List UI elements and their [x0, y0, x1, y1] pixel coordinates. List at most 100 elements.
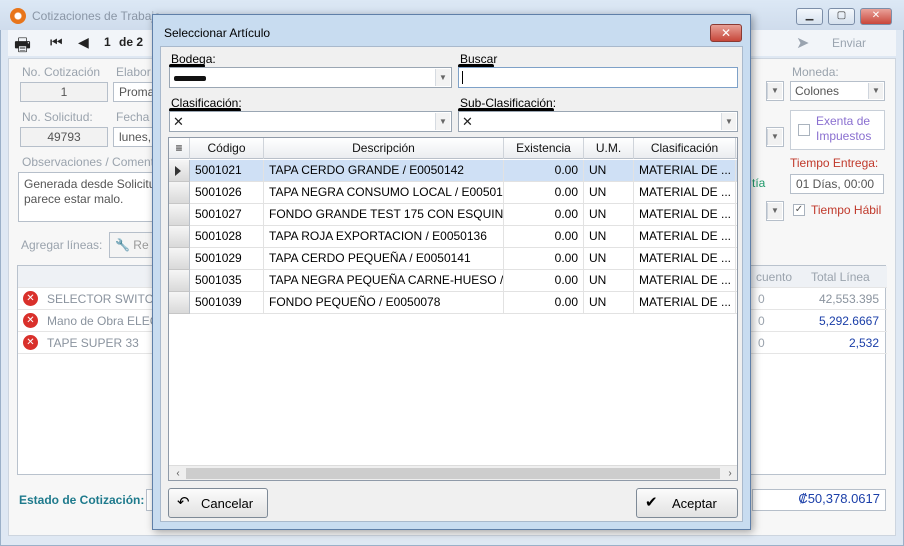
table-row[interactable]: 5001026 TAPA NEGRA CONSUMO LOCAL / E0050… [169, 182, 737, 204]
business-time-checkbox[interactable]: ✓ [793, 204, 805, 216]
cell-stock: 0.00 [504, 204, 584, 226]
grid-menu-icon[interactable]: ≡ [169, 138, 190, 159]
cell-classification: MATERIAL DE ... [634, 204, 736, 226]
classification-select[interactable]: ✕ ▼ [169, 111, 452, 132]
scroll-right-icon[interactable]: › [723, 467, 737, 480]
cell-description: TAPA ROJA EXPORTACION / E0050136 [264, 226, 504, 248]
row-header[interactable] [169, 226, 190, 248]
error-icon: ✕ [23, 291, 38, 306]
dialog-body: Bodega: ▼ Buscar Clasificación: ✕ ▼ Sub-… [160, 46, 743, 522]
background-window-title: Cotizaciones de Trabajo [32, 9, 161, 23]
date-field[interactable]: lunes, [113, 127, 153, 147]
cell-code: 5001029 [190, 248, 264, 270]
bodega-select[interactable]: ▼ [169, 67, 452, 88]
row-header[interactable] [169, 248, 190, 270]
accept-button[interactable]: ✔ Aceptar [636, 488, 738, 518]
horizontal-scrollbar[interactable]: ‹ › [169, 465, 737, 480]
send-button[interactable]: Enviar [832, 36, 866, 50]
close-window-button[interactable]: ✕ [860, 8, 892, 25]
page-of: de 2 [119, 35, 144, 49]
guarantee-label-fragment: tía [752, 176, 766, 190]
table-row[interactable]: 5001028 TAPA ROJA EXPORTACION / E0050136… [169, 226, 737, 248]
delivery-time-field[interactable]: 01 Días, 00:00 [790, 174, 884, 194]
cell-unit: UN [584, 160, 634, 182]
prepared-by-field[interactable]: Proma [113, 82, 153, 102]
table-row[interactable]: 5001021 TAPA CERDO GRANDE / E0050142 0.0… [169, 160, 737, 182]
hidden-select-2[interactable]: ▼ [766, 127, 784, 147]
line-description: TAPE SUPER 33 [47, 336, 139, 350]
cell-stock: 0.00 [504, 160, 584, 182]
dialog-close-button[interactable]: ✕ [710, 24, 742, 42]
cell-description: TAPA CERDO GRANDE / E0050142 [264, 160, 504, 182]
table-row[interactable]: 5001035 TAPA NEGRA PEQUEÑA CARNE-HUESO /… [169, 270, 737, 292]
chevron-down-icon: ▼ [767, 203, 782, 219]
cell-classification: MATERIAL DE ... [634, 270, 736, 292]
add-lines-button[interactable]: 🔧 Re [109, 232, 154, 258]
cell-stock: 0.00 [504, 226, 584, 248]
cell-description: TAPA CERDO PEQUEÑA / E0050141 [264, 248, 504, 270]
minimize-button[interactable]: ▁ [796, 8, 823, 25]
search-input[interactable] [458, 67, 738, 88]
delivery-time-label: Tiempo Entrega: [790, 156, 879, 170]
chevron-down-icon: ▼ [868, 83, 883, 99]
cell-classification: MATERIAL DE ... [634, 226, 736, 248]
hidden-select-1[interactable]: ▼ [766, 81, 784, 101]
column-code[interactable]: Código [190, 138, 264, 159]
currency-label: Moneda: [792, 65, 839, 79]
column-total-line: Total Línea [811, 270, 870, 284]
line-discount: 0 [758, 292, 765, 306]
cell-classification: MATERIAL DE ... [634, 248, 736, 270]
table-row[interactable]: 5001039 FONDO PEQUEÑO / E0050078 0.00 UN… [169, 292, 737, 314]
currency-select[interactable]: Colones ▼ [790, 81, 885, 101]
column-classification[interactable]: Clasificación [634, 138, 736, 159]
column-stock[interactable]: Existencia [504, 138, 584, 159]
cell-code: 5001035 [190, 270, 264, 292]
column-unit[interactable]: U.M. [584, 138, 634, 159]
line-description: Mano de Obra ELEC [47, 314, 159, 328]
line-total: 42,553.395 [818, 292, 879, 306]
row-header[interactable] [169, 270, 190, 292]
cell-code: 5001021 [190, 160, 264, 182]
table-row[interactable]: 5001029 TAPA CERDO PEQUEÑA / E0050141 0.… [169, 248, 737, 270]
error-icon: ✕ [23, 313, 38, 328]
row-header[interactable] [169, 182, 190, 204]
tax-exempt-label: Exenta de Impuestos [816, 114, 872, 143]
row-header[interactable] [169, 160, 190, 182]
business-time-label: Tiempo Hábil [811, 203, 882, 217]
first-page-icon[interactable]: ⏮ [50, 34, 63, 51]
maximize-button[interactable]: ▢ [828, 8, 855, 25]
line-description: SELECTOR SWITCH / [47, 292, 169, 306]
table-row[interactable]: 5001027 FONDO GRANDE TEST 175 CON ESQUIN… [169, 204, 737, 226]
column-discount: cuento [756, 270, 793, 284]
line-total: 2,532 [848, 336, 879, 350]
text-caret [462, 71, 463, 84]
scroll-left-icon[interactable]: ‹ [171, 467, 185, 480]
column-description[interactable]: Descripción [264, 138, 504, 159]
subclassification-select[interactable]: ✕ ▼ [458, 111, 738, 132]
chevron-down-icon: ▼ [435, 69, 450, 86]
articles-grid-header: ≡ Código Descripción Existencia U.M. Cla… [169, 138, 737, 159]
cell-description: TAPA NEGRA CONSUMO LOCAL / E00501... [264, 182, 504, 204]
select-article-dialog: Seleccionar Artículo ✕ Bodega: ▼ Buscar … [152, 14, 751, 530]
chevron-down-icon: ▼ [767, 83, 782, 99]
cell-unit: UN [584, 182, 634, 204]
hidden-select-3[interactable]: ▼ [766, 201, 784, 221]
previous-page-icon[interactable]: ◀ [78, 34, 89, 51]
wrench-icon: 🔧 [115, 238, 130, 252]
row-header[interactable] [169, 292, 190, 314]
request-number-field[interactable]: 49793 [20, 127, 108, 147]
row-header[interactable] [169, 204, 190, 226]
cell-stock: 0.00 [504, 182, 584, 204]
date-label: Fecha [116, 110, 150, 124]
dialog-title: Seleccionar Artículo [164, 26, 271, 40]
current-row-indicator-icon [175, 166, 181, 176]
tax-exempt-checkbox[interactable] [798, 124, 810, 136]
cell-unit: UN [584, 248, 634, 270]
cancel-button[interactable]: ↶ Cancelar [168, 488, 268, 518]
scrollbar-thumb[interactable] [186, 468, 720, 479]
observations-textarea[interactable]: Generada desde Solicitu parece estar mal… [18, 172, 154, 222]
undo-arrow-icon: ↶ [177, 494, 190, 511]
add-lines-button-label: Re [133, 238, 149, 252]
quote-total-amount: ₡50,378.0617 [752, 489, 886, 511]
quote-number-field[interactable]: 1 [20, 82, 108, 102]
